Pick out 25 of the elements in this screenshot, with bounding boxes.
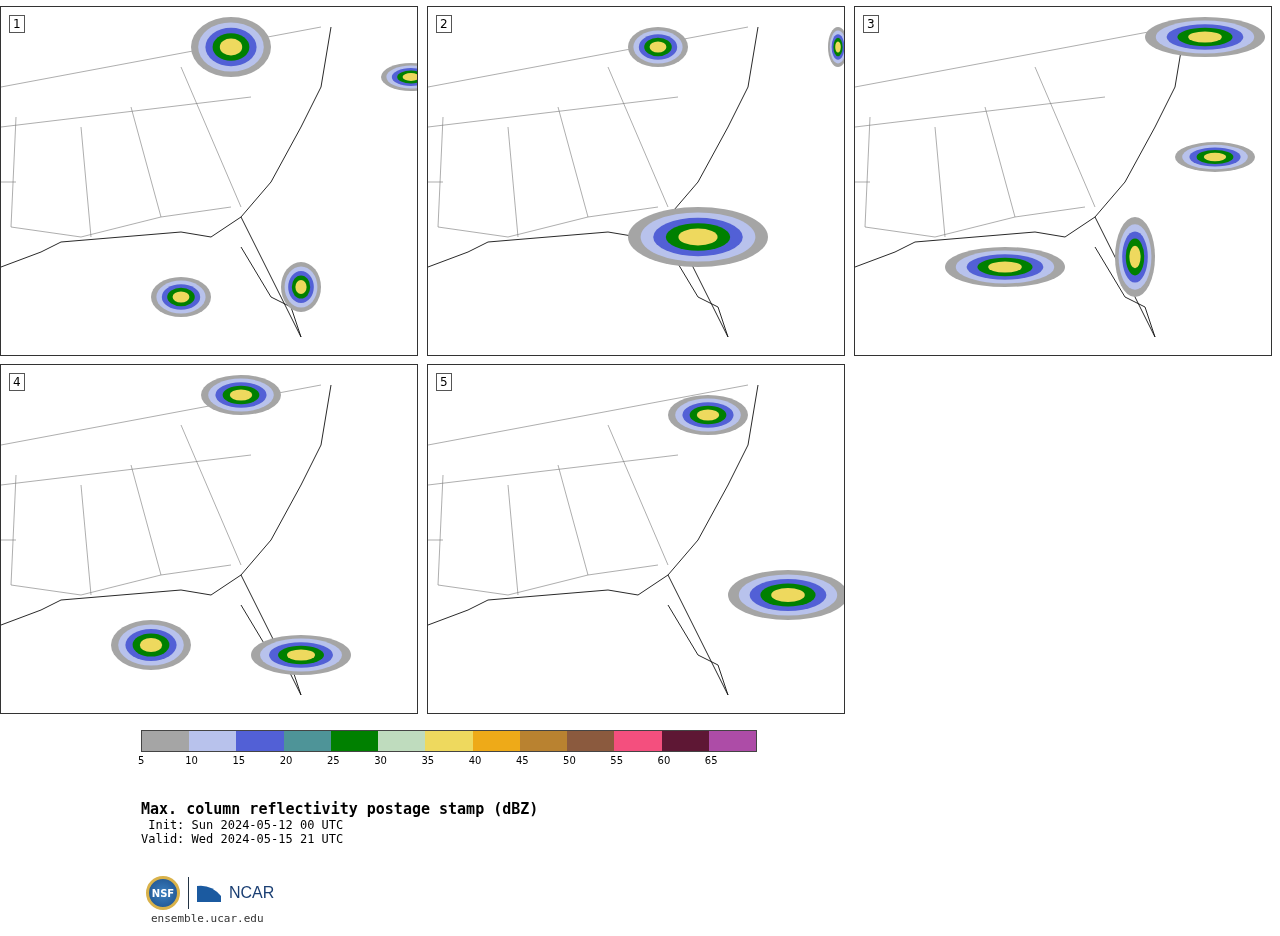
tick-label: 30	[374, 755, 388, 766]
tick-label: 55	[610, 755, 625, 766]
panel-number: 5	[436, 373, 452, 391]
panel-number: 2	[436, 15, 452, 33]
ncar-logo-text: NCAR	[229, 884, 275, 902]
tick-label: 65	[704, 755, 719, 766]
tick-label: 60	[657, 755, 672, 766]
init-time: Init: Sun 2024-05-12 00 UTC	[147, 818, 345, 832]
panel-number: 4	[9, 373, 25, 391]
wave-icon	[197, 884, 221, 902]
tick-label: 50	[563, 755, 577, 766]
nsf-logo: NSF	[146, 876, 180, 910]
tick-label: 40	[468, 755, 483, 766]
tick-label: 15	[232, 755, 247, 766]
tick-label: 10	[185, 755, 199, 766]
tick-label: 20	[279, 755, 294, 766]
panel-number: 1	[9, 15, 25, 33]
tick-label: 45	[515, 755, 530, 766]
tick-label: 5	[138, 755, 146, 766]
tick-label: 35	[421, 755, 436, 766]
tick-label: 25	[326, 755, 341, 766]
chart-title: Max. column reflectivity postage stamp (dBZ)	[141, 800, 540, 818]
site-url: ensemble.ucar.edu	[151, 912, 265, 925]
panel-number: 3	[863, 15, 879, 33]
valid-time: Valid: Wed 2024-05-15 21 UTC	[141, 832, 345, 846]
